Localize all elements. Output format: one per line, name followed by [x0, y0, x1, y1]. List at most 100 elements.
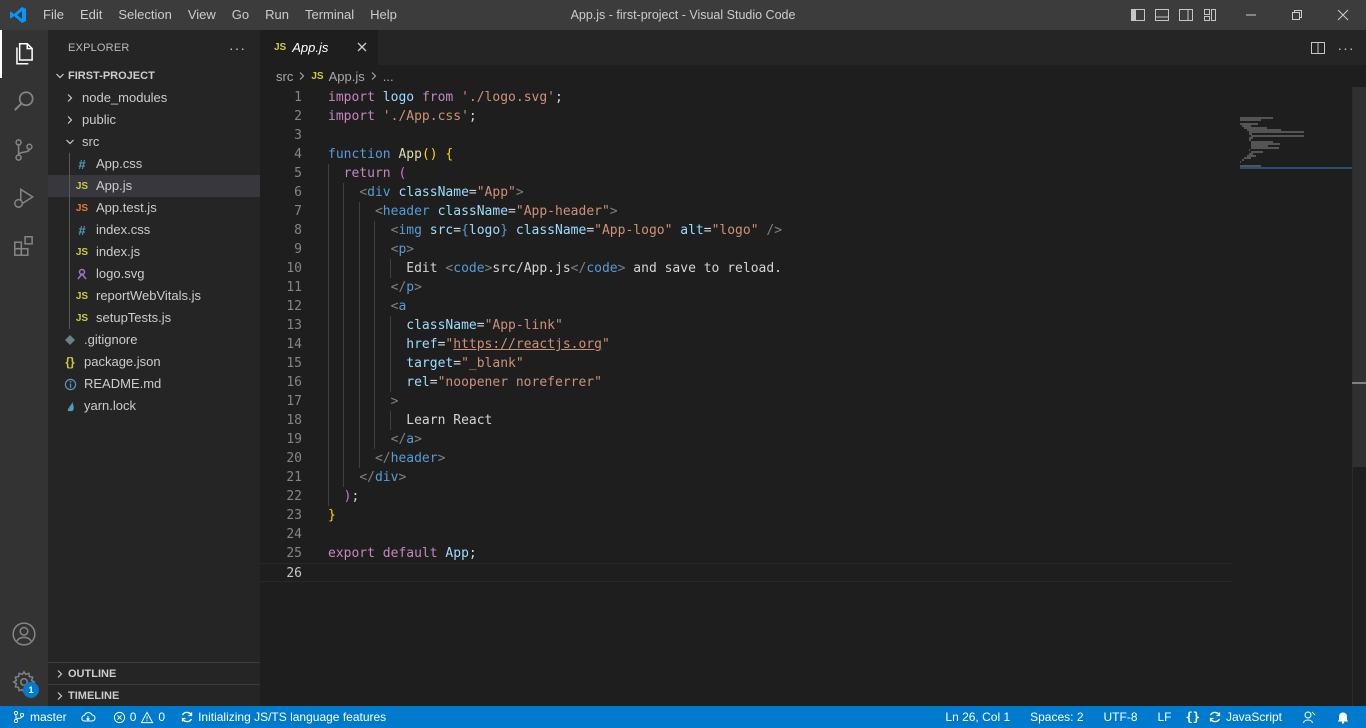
breadcrumb-symbol[interactable]: ... — [383, 69, 394, 84]
end-of-line[interactable]: LF — [1148, 706, 1182, 728]
more-actions-icon[interactable]: ··· — [1336, 38, 1356, 58]
close-tab-icon[interactable] — [354, 39, 370, 55]
code-line[interactable]: 10 Edit <code>src/App.js</code> and save… — [260, 259, 1232, 278]
menu-edit[interactable]: Edit — [72, 0, 110, 30]
problems-indicator[interactable]: 0 0 — [108, 706, 170, 728]
line-number: 7 — [294, 204, 302, 219]
manage-gear-icon[interactable]: 1 — [0, 658, 48, 706]
tree-item[interactable]: JS reportWebVitals.js — [48, 285, 260, 307]
extensions-icon[interactable] — [0, 222, 48, 270]
minimize-button[interactable] — [1228, 0, 1274, 30]
explorer-icon[interactable] — [0, 30, 48, 78]
code-line[interactable]: 5 return ( — [260, 164, 1232, 183]
language-status-progress[interactable]: Initializing JS/TS language features — [170, 706, 391, 728]
code-line[interactable]: 22 ); — [260, 487, 1232, 506]
project-folder-header[interactable]: FIRST-PROJECT — [48, 65, 260, 87]
menu-help[interactable]: Help — [362, 0, 405, 30]
code-line[interactable]: 3 — [260, 126, 1232, 145]
toggle-secondary-sidebar-icon[interactable] — [1174, 0, 1198, 30]
code-editor[interactable]: 1 import logo from './logo.svg'; 2 import '… — [260, 87, 1366, 706]
code-line[interactable]: 6 <div className="App"> — [260, 183, 1232, 202]
menu-view[interactable]: View — [180, 0, 224, 30]
menu-bar: File Edit Selection View Go Run Terminal… — [35, 0, 405, 30]
tree-item[interactable]: # index.css — [48, 219, 260, 241]
indentation[interactable]: Spaces: 2 — [1020, 706, 1093, 728]
code-line[interactable]: 24 — [260, 525, 1232, 544]
code-line[interactable]: 21 </div> — [260, 468, 1232, 487]
code-line[interactable]: 1 import logo from './logo.svg'; — [260, 88, 1232, 107]
tree-item[interactable]: JS setupTests.js — [48, 307, 260, 329]
minimap[interactable] — [1232, 87, 1352, 706]
more-actions-icon[interactable]: ··· — [229, 40, 246, 56]
code-line[interactable]: 15 target="_blank" — [260, 354, 1232, 373]
menu-file[interactable]: File — [35, 0, 72, 30]
branch-indicator[interactable]: master — [0, 706, 72, 728]
minimap-line — [1240, 119, 1261, 121]
line-number: 26 — [286, 566, 302, 581]
tree-item[interactable]: JS App.test.js — [48, 197, 260, 219]
feedback-icon[interactable] — [1292, 706, 1330, 728]
vertical-scrollbar[interactable] — [1352, 87, 1366, 706]
notifications-bell-icon[interactable] — [1330, 706, 1366, 728]
tree-item[interactable]: public — [48, 109, 260, 131]
code-line[interactable]: 9 <p> — [260, 240, 1232, 259]
toggle-panel-icon[interactable] — [1150, 0, 1174, 30]
tab-app-js[interactable]: JS App.js — [260, 30, 378, 65]
git-branch-icon — [13, 710, 25, 724]
source-control-icon[interactable] — [0, 126, 48, 174]
tree-item[interactable]: src — [48, 131, 260, 153]
menu-go[interactable]: Go — [224, 0, 257, 30]
scroll-thumb[interactable] — [1353, 87, 1366, 467]
search-icon[interactable] — [0, 78, 48, 126]
code-line[interactable]: 14 href="https://reactjs.org" — [260, 335, 1232, 354]
tree-item[interactable]: # App.css — [48, 153, 260, 175]
toggle-primary-sidebar-icon[interactable] — [1126, 0, 1150, 30]
cursor-position[interactable]: Ln 26, Col 1 — [935, 706, 1020, 728]
outline-section-header[interactable]: OUTLINE — [48, 662, 260, 684]
code-text: export default App; — [328, 546, 477, 561]
customize-layout-icon[interactable] — [1198, 0, 1222, 30]
tree-item-label: App.css — [96, 156, 143, 171]
code-line[interactable]: 4 function App() { — [260, 145, 1232, 164]
code-line[interactable]: 12 <a — [260, 297, 1232, 316]
code-line[interactable]: 7 <header className="App-header"> — [260, 202, 1232, 221]
code-line[interactable]: 13 className="App-link" — [260, 316, 1232, 335]
info-file-icon — [62, 373, 78, 395]
code-line[interactable]: 20 </header> — [260, 449, 1232, 468]
code-line[interactable]: 19 </a> — [260, 430, 1232, 449]
tree-item[interactable]: node_modules — [48, 87, 260, 109]
tree-item[interactable]: README.md — [48, 373, 260, 395]
split-editor-icon[interactable] — [1308, 38, 1328, 58]
restore-button[interactable] — [1274, 0, 1320, 30]
tree-item-label: README.md — [84, 376, 162, 391]
close-window-button[interactable] — [1320, 0, 1366, 30]
yarn-file-icon — [62, 395, 78, 417]
breadcrumb-src[interactable]: src — [276, 69, 293, 84]
code-line[interactable]: 17 > — [260, 392, 1232, 411]
menu-run[interactable]: Run — [257, 0, 297, 30]
run-and-debug-icon[interactable] — [0, 174, 48, 222]
tree-item[interactable]: JS index.js — [48, 241, 260, 263]
tree-item[interactable]: yarn.lock — [48, 395, 260, 417]
braces-icon[interactable]: {} — [1182, 706, 1204, 728]
code-line[interactable]: 26 — [260, 563, 1232, 582]
tree-item[interactable]: {} package.json — [48, 351, 260, 373]
code-line[interactable]: 8 <img src={logo} className="App-logo" a… — [260, 221, 1232, 240]
code-line[interactable]: 25 export default App; — [260, 544, 1232, 563]
language-mode[interactable]: JavaScript — [1204, 706, 1292, 728]
tree-item[interactable]: .gitignore — [48, 329, 260, 351]
tree-item[interactable]: JS App.js — [48, 175, 260, 197]
code-line[interactable]: 23} — [260, 506, 1232, 525]
menu-selection[interactable]: Selection — [110, 0, 179, 30]
code-line[interactable]: 11 </p> — [260, 278, 1232, 297]
timeline-section-header[interactable]: TIMELINE — [48, 684, 260, 706]
code-line[interactable]: 2 import './App.css'; — [260, 107, 1232, 126]
file-encoding[interactable]: UTF-8 — [1094, 706, 1148, 728]
code-line[interactable]: 18 Learn React — [260, 411, 1232, 430]
menu-terminal[interactable]: Terminal — [297, 0, 362, 30]
sync-cloud-icon[interactable] — [72, 706, 108, 728]
tree-item[interactable]: logo.svg — [48, 263, 260, 285]
breadcrumb-file[interactable]: App.js — [329, 69, 365, 84]
accounts-icon[interactable] — [0, 610, 48, 658]
code-line[interactable]: 16 rel="noopener noreferrer" — [260, 373, 1232, 392]
